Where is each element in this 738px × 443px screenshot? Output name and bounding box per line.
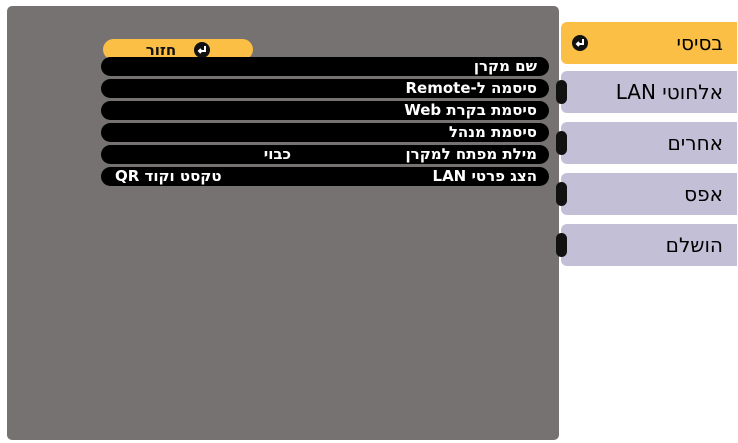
menu-row-projector-keyword[interactable]: מילת מפתח למקרן כבוי [101, 145, 549, 164]
enter-icon [572, 35, 588, 51]
tab-notch [556, 131, 567, 155]
tab-notch [556, 182, 567, 206]
menu-row-projector-name[interactable]: שם מקרן [101, 57, 549, 76]
menu-row-label: סיסמת בקרת Web [404, 101, 537, 119]
tab-label: בסיסי [676, 31, 723, 55]
menu-row-label: מילת מפתח למקרן [405, 145, 537, 163]
enter-icon [194, 41, 211, 58]
back-button-label: חזור [145, 40, 177, 59]
tab-notch [556, 80, 567, 104]
menu-row-admin-password[interactable]: סיסמת מנהל [101, 123, 549, 142]
tab-other[interactable]: אחרים [556, 122, 737, 164]
settings-panel: חזור שם מקרן סיסמה ל-Remote סיסמת בקרת W… [7, 6, 559, 440]
tab-reset[interactable]: אפס [556, 173, 737, 215]
menu-row-value: טקסט וקוד QR [115, 167, 222, 185]
menu-row-remote-password[interactable]: סיסמה ל-Remote [101, 79, 549, 98]
menu-row-label: סיסמת מנהל [448, 123, 537, 141]
tab-label: אחרים [667, 131, 723, 155]
tab-label: LAN אלחוטי [615, 80, 723, 104]
menu-row-label: שם מקרן [473, 57, 537, 75]
menu-row-value: כבוי [263, 145, 291, 163]
tab-complete[interactable]: הושלם [556, 224, 737, 266]
menu-row-label: הצג פרטי LAN [432, 167, 537, 185]
menu-row-label: סיסמה ל-Remote [405, 79, 537, 97]
tab-label: הושלם [665, 233, 723, 257]
tab-wireless-lan[interactable]: LAN אלחוטי [556, 71, 737, 113]
tab-notch [556, 233, 567, 257]
tab-basic[interactable]: בסיסי [561, 22, 737, 64]
menu-row-web-control-password[interactable]: סיסמת בקרת Web [101, 101, 549, 120]
menu-row-display-lan-info[interactable]: הצג פרטי LAN טקסט וקוד QR [101, 167, 549, 186]
tab-label: אפס [684, 182, 723, 206]
